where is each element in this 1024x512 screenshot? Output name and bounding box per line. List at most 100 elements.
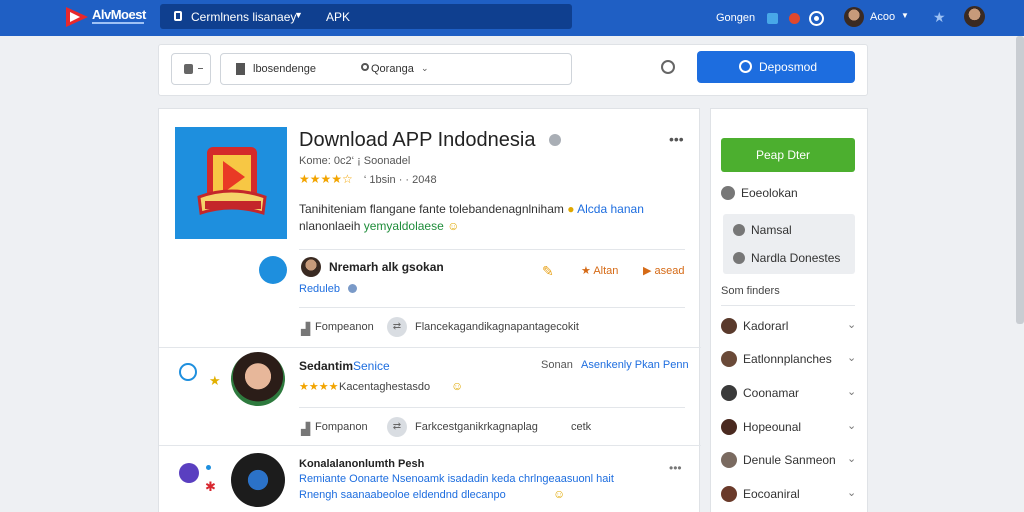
review-line-2: Rnengh saanaabeoloe eldendnd dlecanpo (299, 489, 506, 501)
search-icon (361, 63, 369, 71)
smile-emoji-icon: ☺ (447, 219, 460, 233)
sidebar-item-label: Denule Sanmeon (743, 453, 836, 467)
brand-logo-icon[interactable] (66, 7, 88, 27)
rating-text: ‘ 1bsin · · 2048 (363, 174, 437, 186)
help-icon[interactable] (811, 12, 823, 24)
section-title: Som finders (721, 285, 780, 297)
sidebar-item[interactable]: Eatlonnplanches ⌄ (721, 351, 856, 367)
primary-action-button[interactable]: Peap Dter (721, 138, 855, 172)
pencil-icon[interactable]: ✎ (542, 263, 554, 280)
chat-icon[interactable] (179, 363, 197, 381)
user-badge-icon[interactable] (179, 463, 199, 483)
search-icon (739, 60, 752, 73)
bookmark-icon (236, 63, 245, 75)
chevron-down-icon[interactable]: ▼ (901, 11, 909, 20)
chevron-down-icon[interactable]: ⌄ (847, 385, 856, 398)
author-subtitle[interactable]: Reduleb (299, 283, 340, 295)
user-label[interactable]: Gongen (716, 12, 755, 24)
user-search-icon[interactable] (661, 60, 675, 74)
reviewer-name[interactable]: Sedantim (299, 359, 353, 373)
search-tag[interactable]: APK (326, 10, 350, 24)
chevron-down-icon[interactable]: ▼ (294, 10, 303, 20)
notification-icon[interactable] (789, 12, 801, 24)
description-link[interactable]: Alcda hanan (577, 202, 644, 216)
author-avatar[interactable] (301, 257, 321, 277)
info-icon (348, 284, 357, 293)
emoji-icon: ● (567, 202, 575, 216)
smile-emoji-icon: ☺ (553, 487, 566, 501)
app-description-line-1: Tanihiteniam flangane fante tolebandenag… (299, 202, 644, 216)
sidebar-item[interactable]: Hopeounal ⌄ (721, 419, 856, 435)
description-highlight[interactable]: yemyaldolaese (364, 219, 444, 233)
author-name[interactable]: Nremarh alk gsokan (329, 260, 444, 274)
star-icon[interactable]: ★ (933, 9, 946, 26)
reviewer-link[interactable]: Senice (353, 359, 390, 373)
search-icon (733, 224, 745, 236)
avatar (721, 385, 737, 401)
alter-action[interactable]: ★ Altan (581, 264, 618, 277)
category-dropdown[interactable]: lbosendenge Qoranga ⌄ (220, 53, 572, 85)
avatar (721, 351, 737, 367)
review-line-1: Remiante Oonarte Nsenoamk isadadin keda … (299, 473, 614, 485)
lock-icon (184, 64, 193, 74)
review-compare-text[interactable]: Farkcestganikrkagnaplag (415, 421, 538, 433)
app-detail-panel: Download APP Indodnesia ••• Kome: 0c2‘ ¡… (158, 108, 701, 512)
dot-icon (206, 465, 211, 470)
sidebar-item[interactable]: Eocoaniral ⌄ (721, 486, 856, 502)
app-icon[interactable] (175, 127, 287, 239)
share-icon[interactable] (767, 12, 779, 24)
reviewer-avatar-2[interactable] (231, 453, 285, 507)
saved-action-label: asead (654, 265, 685, 277)
account-name[interactable]: Acoo (870, 11, 895, 23)
page-scrollbar[interactable] (1016, 36, 1024, 324)
option-normal[interactable]: Namsal (733, 223, 792, 237)
sidebar-item[interactable]: Coonamar ⌄ (721, 385, 856, 401)
sidebar-item[interactable]: Denule Sanmeon ⌄ (721, 452, 856, 468)
lock-filter-button[interactable] (171, 53, 211, 85)
more-options-icon[interactable]: ••• (669, 461, 682, 475)
option-normal-label: Namsal (751, 223, 792, 237)
section-divider (159, 347, 701, 348)
chevron-down-icon[interactable]: ⌄ (847, 419, 856, 432)
saved-action[interactable]: ▶ asead (643, 264, 685, 277)
exchange-icon: ⇄ (387, 317, 407, 337)
global-search-bar[interactable]: Cermlnens lisanaey ▼ APK (160, 4, 572, 29)
chevron-down-icon[interactable]: ⌄ (847, 318, 856, 331)
app-title: Download APP Indodnesia (299, 129, 536, 151)
pencil-icon (733, 252, 745, 264)
section-divider (299, 407, 685, 408)
dash-icon (198, 68, 203, 69)
sidebar: Peap Dter Eoeolokan Namsal Nardla Donest… (710, 108, 868, 512)
sidebar-item[interactable]: Kadorarl ⌄ (721, 318, 856, 334)
search-button[interactable]: Deposmod (697, 51, 855, 83)
send-icon[interactable] (259, 256, 287, 284)
bookmark-row[interactable]: Eoeolokan (721, 186, 798, 200)
reviewer-avatar[interactable] (231, 352, 285, 406)
primary-action-label: Peap Dter (756, 148, 811, 162)
review-compare-label[interactable]: Fompanon (315, 421, 368, 433)
review-compare-tail[interactable]: cetk (571, 421, 591, 433)
chevron-down-icon[interactable]: ⌄ (847, 486, 856, 499)
sidebar-item-label: Coonamar (743, 386, 800, 400)
chevron-down-icon[interactable]: ⌄ (847, 351, 856, 364)
bookmark-icon (721, 186, 735, 200)
comparison-text[interactable]: Flancekagandikagnapantagecokit (415, 321, 579, 333)
play-badge-icon (197, 147, 267, 216)
avatar (721, 486, 737, 502)
more-options-icon[interactable]: ••• (669, 131, 684, 147)
review-right-link[interactable]: Asenkenly Pkan Penn (581, 359, 689, 371)
app-rating: ★★★★☆ ‘ 1bsin · · 2048 (299, 172, 437, 186)
option-details[interactable]: Nardla Donestes (733, 251, 840, 265)
compare-icon: ▟ (301, 422, 311, 436)
brand-name[interactable]: AlvMoest (92, 7, 146, 22)
global-search-text[interactable]: Cermlnens lisanaey (191, 10, 296, 24)
comparison-label[interactable]: Fompeanon (315, 321, 374, 333)
review-right-label: Sonan (541, 359, 573, 371)
review-title[interactable]: Konalalanonlumth Pesh (299, 458, 424, 470)
category-value: lbosendenge (253, 63, 317, 75)
profile-avatar[interactable] (964, 6, 985, 27)
account-avatar[interactable] (844, 7, 864, 27)
chevron-down-icon[interactable]: ⌄ (847, 452, 856, 465)
options-box: Namsal Nardla Donestes (723, 214, 855, 274)
sidebar-item-label: Hopeounal (743, 420, 802, 434)
